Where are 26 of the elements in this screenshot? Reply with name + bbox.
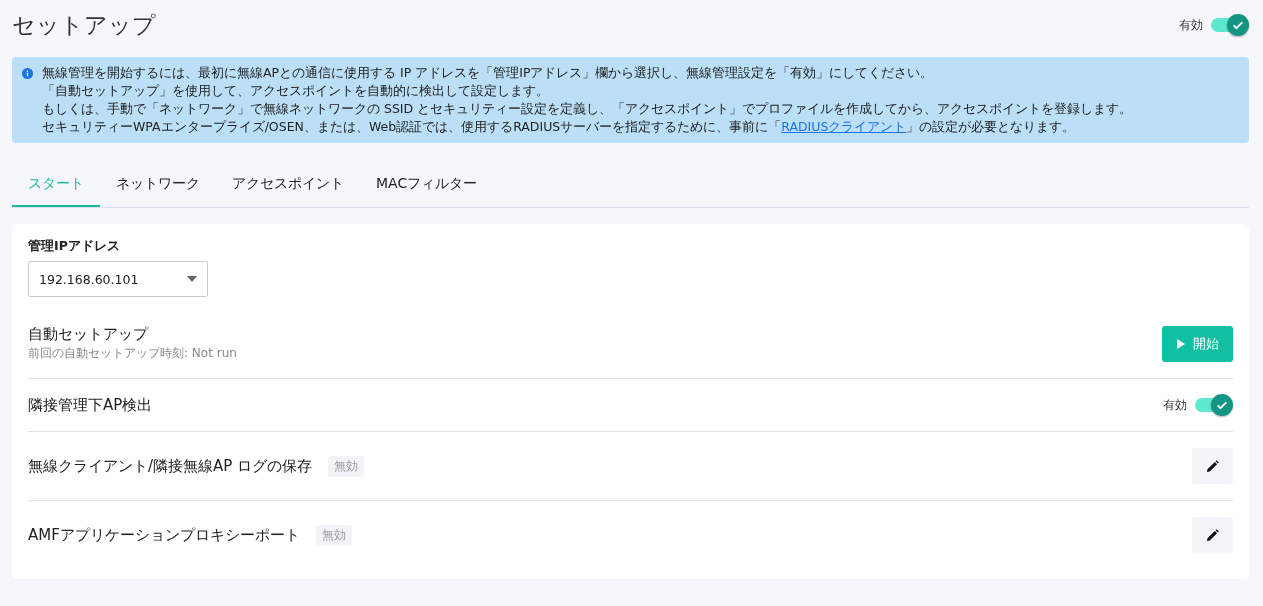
ip-address-dropdown[interactable]: 192.168.60.101 [28, 261, 208, 297]
tab[interactable]: ネットワーク [100, 163, 216, 207]
info-text: 無線管理を開始するには、最初に無線APとの通信に使用する IP アドレスを「管理IPアドレス」欄から選択し、無線管理設定を「有効」にしてください。 [42, 64, 935, 82]
edit-button[interactable] [1192, 448, 1233, 484]
setting-subtitle: 前回の自動セットアップ時刻: Not run [28, 345, 237, 362]
status-badge: 無効 [315, 524, 352, 546]
toggle-label: 有効 [1163, 396, 1187, 414]
setting-title: AMFアプリケーションプロキシーポート [28, 525, 300, 545]
status-badge: 無効 [328, 455, 365, 477]
pencil-icon [1206, 459, 1219, 473]
setting-title: 自動セットアップ [28, 325, 148, 344]
edit-button[interactable] [1192, 517, 1233, 553]
pencil-icon [1206, 528, 1219, 542]
tab[interactable]: MACフィルター [360, 163, 494, 207]
field-label: 管理IPアドレス [28, 238, 121, 255]
caret-icon [187, 276, 197, 282]
tab[interactable]: アクセスポイント [216, 163, 360, 207]
play-icon [1176, 338, 1185, 349]
toggle-label: 有効 [1179, 16, 1203, 34]
page-title: セットアップ [12, 10, 156, 40]
info-text: もしくは、手動で「ネットワーク」で無線ネットワークの SSID とセキュリティー設定を定義し、「アクセスポイント」でプロファイルを作成してから、アクセスポイントを登録します。 [42, 100, 1133, 118]
info-text: セキュリティーWPAエンタープライズ/OSEN、または、Web認証では、使用するRADIUSサーバーを指定するために、事前に「RADIUSクライアント」の設定が必要となります。 [42, 118, 1077, 136]
setting-title: 隣接管理下AP検出 [28, 395, 153, 415]
info-text: 「自動セットアップ」を使用して、アクセスポイントを自動的に検出して設定します。 [42, 82, 550, 100]
setting-title: 無線クライアント/隣接無線AP ログの保存 [28, 456, 313, 476]
info-icon [22, 68, 33, 79]
